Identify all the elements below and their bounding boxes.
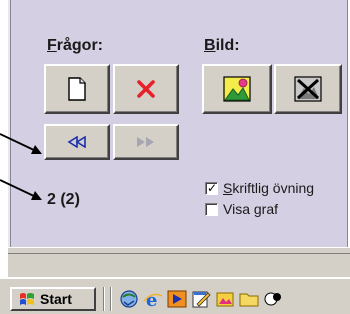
fast-forward-icon [137,137,154,147]
show-graph-checkbox-row[interactable]: Visa graf [205,201,278,217]
taskbar-separator [110,287,112,311]
arrow-to-previous-button [0,133,42,154]
questions-label: Frågor: [47,37,103,55]
show-graph-label-rest: raf [261,201,279,217]
start-label: Start [40,291,72,307]
annotation-arrows [0,133,42,200]
start-button[interactable]: Start [10,287,96,311]
next-button[interactable] [113,124,179,160]
image-label-rest: ild: [215,37,240,54]
taskbar: Start e [0,277,350,314]
red-x-icon [137,80,155,98]
show-graph-label-prefix: Visa [223,201,254,217]
folder-icon[interactable] [239,289,259,309]
image-label-mnemonic: B [204,37,216,54]
written-exercise-checkbox-row[interactable]: ✓ Skriftlig övning [205,180,314,196]
chat-icon[interactable] [263,289,283,309]
new-question-button[interactable] [44,64,110,114]
internet-explorer-icon[interactable]: e [143,289,163,309]
previous-button[interactable] [44,124,110,160]
image-label: Bild: [204,37,240,55]
globe-refresh-icon[interactable] [119,289,139,309]
show-graph-checkbox[interactable] [205,203,218,216]
taskbar-separator [103,287,105,311]
check-mark-icon: ✓ [207,181,218,195]
arrow-to-counter [0,179,42,200]
written-exercise-label: kriftlig övning [232,180,315,196]
notepad-pencil-icon[interactable] [191,289,211,309]
app-window: Frågor: Bild: 2 (2) ✓ Skriftlig övning V… [0,0,350,314]
media-player-icon[interactable] [167,289,187,309]
questions-label-mnemonic: F [47,37,57,54]
image-landscape-icon [223,76,251,102]
rewind-icon [67,136,86,148]
windows-flag-icon [20,293,34,305]
status-bar [8,253,350,277]
written-exercise-label-mnemonic: S [223,180,233,196]
show-graph-label-mnemonic: g [253,201,262,217]
image-crossed-icon [294,76,322,102]
svg-text:e: e [146,290,157,309]
screen: Frågor: Bild: 2 (2) ✓ Skriftlig övning V… [0,0,350,314]
delete-image-button[interactable] [274,64,342,114]
questions-label-rest: rågor: [56,37,104,54]
image-folder-icon[interactable] [215,289,235,309]
delete-question-button[interactable] [113,64,179,114]
question-counter: 2 (2) [47,191,80,208]
new-document-icon [68,77,86,101]
written-exercise-checkbox[interactable]: ✓ [205,182,218,195]
add-image-button[interactable] [202,64,272,114]
